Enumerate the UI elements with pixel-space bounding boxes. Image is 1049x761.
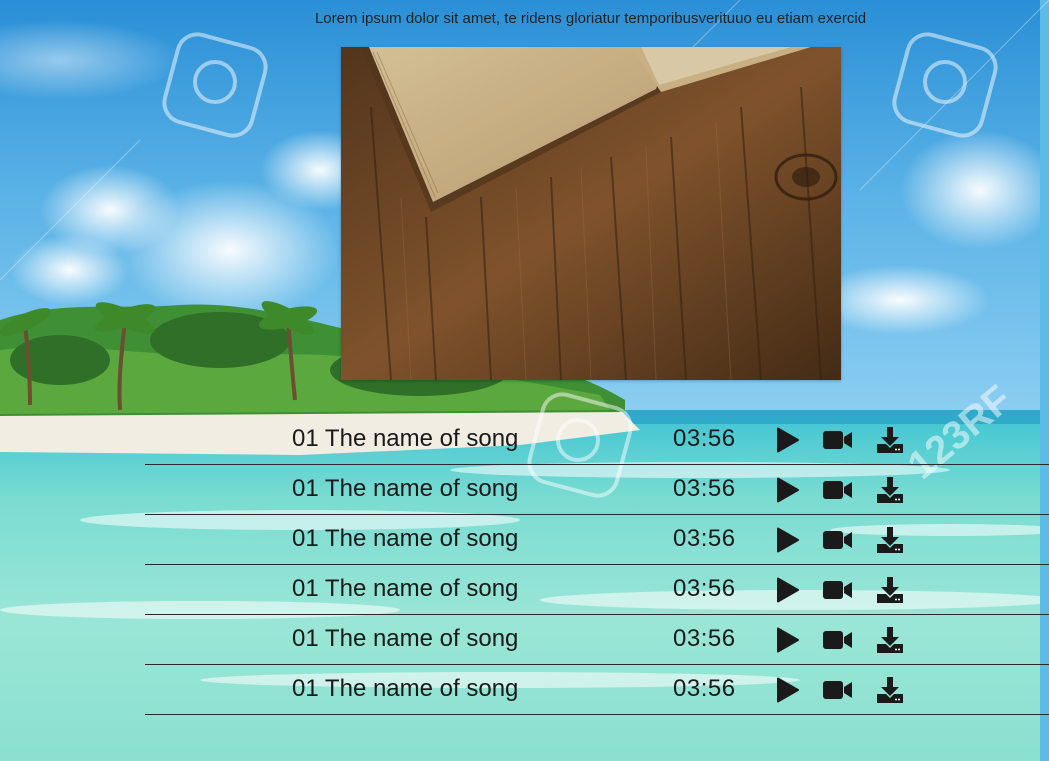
track-duration: 03:56 bbox=[673, 575, 736, 602]
track-title: 01 The name of song bbox=[292, 475, 519, 502]
video-camera-icon bbox=[823, 431, 852, 449]
download-button[interactable] bbox=[875, 626, 905, 654]
cover-image bbox=[341, 47, 841, 380]
video-camera-icon bbox=[823, 581, 852, 599]
intro-text: Lorem ipsum dolor sit amet, te ridens gl… bbox=[314, 10, 867, 27]
play-button[interactable] bbox=[773, 426, 803, 454]
play-icon bbox=[777, 527, 799, 553]
track-title: 01 The name of song bbox=[292, 625, 519, 652]
download-button[interactable] bbox=[875, 426, 905, 454]
play-icon bbox=[777, 477, 799, 503]
play-button[interactable] bbox=[773, 476, 803, 504]
play-button[interactable] bbox=[773, 626, 803, 654]
download-button[interactable] bbox=[875, 526, 905, 554]
download-icon bbox=[877, 677, 903, 703]
page: 123RF Lorem ipsum dolor sit amet, te rid… bbox=[0, 0, 1049, 761]
track-row: 01 The name of song 03:56 bbox=[145, 465, 1049, 515]
track-duration: 03:56 bbox=[673, 475, 736, 502]
play-button[interactable] bbox=[773, 576, 803, 604]
play-button[interactable] bbox=[773, 526, 803, 554]
video-button[interactable] bbox=[823, 676, 853, 704]
track-title: 01 The name of song bbox=[292, 425, 519, 452]
video-camera-icon bbox=[823, 531, 852, 549]
video-camera-icon bbox=[823, 631, 852, 649]
play-icon bbox=[777, 577, 799, 603]
download-icon bbox=[877, 627, 903, 653]
download-button[interactable] bbox=[875, 676, 905, 704]
track-duration: 03:56 bbox=[673, 525, 736, 552]
track-title: 01 The name of song bbox=[292, 525, 519, 552]
track-row: 01 The name of song 03:56 bbox=[145, 515, 1049, 565]
video-button[interactable] bbox=[823, 626, 853, 654]
video-camera-icon bbox=[823, 681, 852, 699]
play-button[interactable] bbox=[773, 676, 803, 704]
video-button[interactable] bbox=[823, 526, 853, 554]
video-camera-icon bbox=[823, 481, 852, 499]
track-duration: 03:56 bbox=[673, 425, 736, 452]
track-row: 01 The name of song 03:56 bbox=[145, 415, 1049, 465]
track-list: 01 The name of song 03:56 01 The name of bbox=[145, 415, 1049, 715]
video-button[interactable] bbox=[823, 426, 853, 454]
track-duration: 03:56 bbox=[673, 625, 736, 652]
video-button[interactable] bbox=[823, 576, 853, 604]
download-icon bbox=[877, 427, 903, 453]
download-button[interactable] bbox=[875, 476, 905, 504]
play-icon bbox=[777, 427, 799, 453]
play-icon bbox=[777, 627, 799, 653]
track-duration: 03:56 bbox=[673, 675, 736, 702]
video-button[interactable] bbox=[823, 476, 853, 504]
download-button[interactable] bbox=[875, 576, 905, 604]
download-icon bbox=[877, 577, 903, 603]
play-icon bbox=[777, 677, 799, 703]
download-icon bbox=[877, 477, 903, 503]
track-title: 01 The name of song bbox=[292, 675, 519, 702]
track-row: 01 The name of song 03:56 bbox=[145, 665, 1049, 715]
download-icon bbox=[877, 527, 903, 553]
track-row: 01 The name of song 03:56 bbox=[145, 615, 1049, 665]
track-title: 01 The name of song bbox=[292, 575, 519, 602]
track-row: 01 The name of song 03:56 bbox=[145, 565, 1049, 615]
